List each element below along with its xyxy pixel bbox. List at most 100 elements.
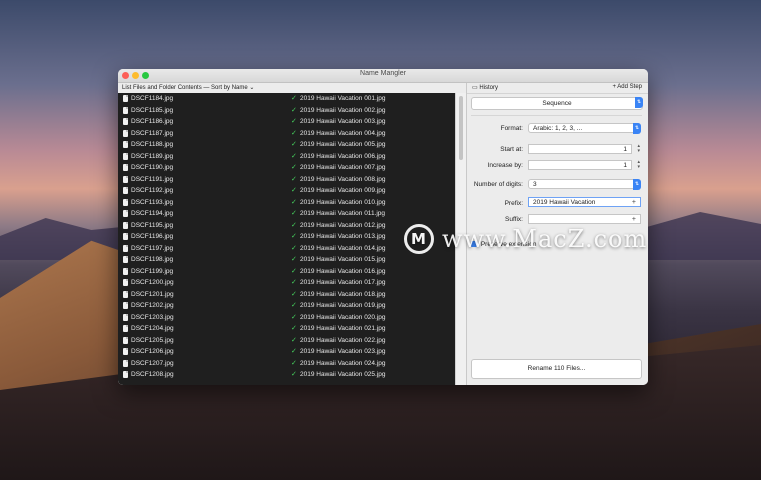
original-filename: DSCF1190.jpg	[131, 164, 174, 171]
add-step-button[interactable]: + Add Step	[612, 84, 642, 90]
checkmark-icon: ✓	[291, 198, 297, 206]
checkmark-icon: ✓	[291, 256, 297, 263]
file-icon	[123, 244, 128, 252]
table-row[interactable]: DSCF1207.jpg ✓ 2019 Hawaii Vacation 024.jp…	[118, 358, 456, 370]
original-filename: DSCF1194.jpg	[131, 210, 174, 217]
new-filename: 2019 Hawaii Vacation 022.jpg	[300, 336, 386, 344]
chevron-updown-icon: ⇅	[635, 97, 643, 108]
table-row[interactable]: DSCF1205.jpg ✓ 2019 Hawaii Vacation 022.jp…	[118, 335, 456, 347]
new-filename: 2019 Hawaii Vacation 004.jpg	[300, 129, 386, 137]
original-filename: DSCF1187.jpg	[131, 129, 174, 137]
new-filename: 2019 Hawaii Vacation 025.jpg	[300, 371, 386, 378]
original-filename: DSCF1191.jpg	[131, 175, 174, 183]
checkmark-icon: ✓	[291, 336, 297, 344]
macz-logo-icon: M	[404, 224, 434, 254]
file-icon	[123, 336, 128, 344]
file-icon	[123, 175, 128, 183]
table-row[interactable]: DSCF1189.jpg ✓ 2019 Hawaii Vacation 006.jp…	[118, 151, 456, 163]
list-options-menu[interactable]: List Files and Folder Contents — Sort by…	[118, 83, 466, 93]
original-filename: DSCF1201.jpg	[131, 290, 174, 298]
start-label: Start at:	[500, 146, 523, 153]
file-icon	[123, 187, 128, 194]
checkmark-icon: ✓	[291, 141, 297, 148]
checkmark-icon: ✓	[291, 175, 297, 183]
new-filename: 2019 Hawaii Vacation 012.jpg	[300, 221, 386, 229]
table-row[interactable]: DSCF1193.jpg ✓ 2019 Hawaii Vacation 010.jp…	[118, 197, 456, 209]
original-filename: DSCF1195.jpg	[131, 221, 174, 229]
table-row[interactable]: DSCF1187.jpg ✓ 2019 Hawaii Vacation 004.jp…	[118, 128, 456, 140]
digits-value: 3	[533, 181, 537, 188]
table-row[interactable]: DSCF1194.jpg ✓ 2019 Hawaii Vacation 011.jp…	[118, 208, 456, 220]
new-filename: 2019 Hawaii Vacation 005.jpg	[300, 141, 386, 148]
table-row[interactable]: DSCF1191.jpg ✓ 2019 Hawaii Vacation 008.jp…	[118, 174, 456, 186]
table-row[interactable]: DSCF1190.jpg ✓ 2019 Hawaii Vacation 007.jp…	[118, 162, 456, 174]
checkmark-icon: ✓	[291, 152, 297, 160]
digits-select[interactable]: 3 ⇅	[528, 179, 641, 190]
format-select[interactable]: Arabic: 1, 2, 3, ... ⇅	[528, 123, 641, 134]
checkmark-icon: ✓	[291, 359, 297, 367]
watermark-text: www.MacZ.com	[442, 225, 648, 253]
divider	[471, 115, 642, 116]
checkmark-icon: ✓	[291, 221, 297, 229]
insert-token-icon[interactable]: +	[632, 198, 636, 208]
new-filename: 2019 Hawaii Vacation 008.jpg	[300, 175, 386, 183]
original-filename: DSCF1184.jpg	[131, 95, 174, 102]
original-filename: DSCF1208.jpg	[131, 371, 174, 378]
original-filename: DSCF1185.jpg	[131, 106, 174, 114]
original-filename: DSCF1186.jpg	[131, 118, 174, 125]
step-type-value: Sequence	[542, 100, 572, 107]
table-row[interactable]: DSCF1184.jpg ✓ 2019 Hawaii Vacation 001.jp…	[118, 93, 456, 105]
original-filename: DSCF1206.jpg	[131, 348, 174, 355]
table-row[interactable]: DSCF1200.jpg ✓ 2019 Hawaii Vacation 017.jp…	[118, 277, 456, 289]
table-row[interactable]: DSCF1192.jpg ✓ 2019 Hawaii Vacation 009.jp…	[118, 185, 456, 197]
table-row[interactable]: DSCF1199.jpg ✓ 2019 Hawaii Vacation 016.jp…	[118, 266, 456, 278]
checkmark-icon: ✓	[291, 244, 297, 252]
prefix-input[interactable]: 2019 Hawaii Vacation +	[528, 197, 641, 207]
original-filename: DSCF1200.jpg	[131, 279, 174, 286]
prefix-label: Prefix:	[504, 200, 523, 207]
new-filename: 2019 Hawaii Vacation 003.jpg	[300, 118, 386, 125]
table-row[interactable]: DSCF1204.jpg ✓ 2019 Hawaii Vacation 021.jp…	[118, 323, 456, 335]
scrollbar-thumb[interactable]	[459, 96, 463, 160]
original-filename: DSCF1207.jpg	[131, 359, 174, 367]
table-row[interactable]: DSCF1188.jpg ✓ 2019 Hawaii Vacation 005.jp…	[118, 139, 456, 151]
table-row[interactable]: DSCF1201.jpg ✓ 2019 Hawaii Vacation 018.jp…	[118, 289, 456, 301]
table-row[interactable]: DSCF1202.jpg ✓ 2019 Hawaii Vacation 019.jp…	[118, 300, 456, 312]
chevron-updown-icon: ⇅	[633, 123, 641, 134]
new-filename: 2019 Hawaii Vacation 021.jpg	[300, 325, 386, 332]
original-filename: DSCF1193.jpg	[131, 198, 174, 206]
table-row[interactable]: DSCF1206.jpg ✓ 2019 Hawaii Vacation 023.jp…	[118, 346, 456, 358]
new-filename: 2019 Hawaii Vacation 013.jpg	[300, 233, 386, 240]
file-icon	[123, 164, 128, 171]
start-stepper[interactable]: ▴ ▾	[637, 144, 640, 154]
new-filename: 2019 Hawaii Vacation 010.jpg	[300, 198, 386, 206]
original-filename: DSCF1196.jpg	[131, 233, 174, 240]
table-row[interactable]: DSCF1186.jpg ✓ 2019 Hawaii Vacation 003.jp…	[118, 116, 456, 128]
new-filename: 2019 Hawaii Vacation 002.jpg	[300, 106, 386, 114]
file-icon	[123, 325, 128, 332]
checkmark-icon: ✓	[291, 129, 297, 137]
table-row[interactable]: DSCF1185.jpg ✓ 2019 Hawaii Vacation 002.jp…	[118, 105, 456, 117]
increase-stepper[interactable]: ▴ ▾	[637, 160, 640, 170]
file-icon	[123, 348, 128, 355]
history-button[interactable]: ▭ History	[472, 84, 498, 91]
rename-files-button[interactable]: Rename 110 Files...	[471, 359, 642, 379]
checkmark-icon: ✓	[291, 267, 297, 275]
chevron-updown-icon: ⇅	[633, 179, 641, 190]
file-icon	[123, 95, 128, 102]
table-row[interactable]: DSCF1208.jpg ✓ 2019 Hawaii Vacation 025.jp…	[118, 369, 456, 381]
file-icon	[123, 290, 128, 298]
history-label: History	[479, 85, 499, 91]
file-icon	[123, 106, 128, 114]
watermark: M www.MacZ.com	[404, 222, 647, 256]
start-input[interactable]: 1	[528, 144, 632, 154]
new-filename: 2019 Hawaii Vacation 014.jpg	[300, 244, 386, 252]
step-type-select[interactable]: Sequence ⇅	[471, 97, 643, 110]
checkmark-icon: ✓	[291, 106, 297, 114]
original-filename: DSCF1188.jpg	[131, 141, 174, 148]
file-icon	[123, 256, 128, 263]
increase-label: Increase by:	[487, 162, 523, 169]
table-row[interactable]: DSCF1203.jpg ✓ 2019 Hawaii Vacation 020.jp…	[118, 312, 456, 324]
increase-input[interactable]: 1	[528, 160, 632, 170]
file-icon	[123, 313, 128, 321]
